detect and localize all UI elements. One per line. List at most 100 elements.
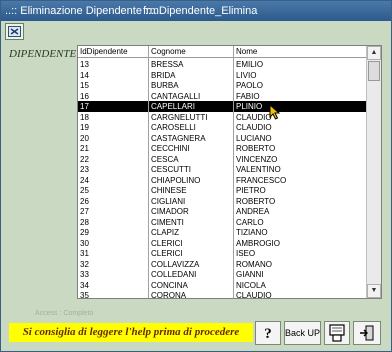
toolbar-refresh-button[interactable]: [5, 23, 24, 40]
cell-nome: PLINIO: [236, 102, 263, 111]
delete-record-button[interactable]: [324, 321, 350, 345]
cell-cognome: CIGLIANI: [151, 196, 186, 206]
eliminazione-dipendente-window: ..:: Eliminazione Dipendente ::.. frmDip…: [0, 0, 392, 352]
cell-id: 33: [80, 270, 89, 279]
list-item[interactable]: 16 CANTAGALLI FABIO: [78, 91, 366, 102]
list-item[interactable]: 32 COLLAVIZZA ROMANO: [78, 259, 366, 270]
cell-nome: CLAUDIO: [236, 123, 272, 132]
cell-cognome: BRIDA: [151, 70, 176, 80]
list-item[interactable]: 13 BRESSA EMILIO: [78, 59, 366, 70]
cell-cognome: COLLEDANI: [151, 270, 197, 279]
cell-nome: PAOLO: [236, 81, 263, 90]
form-name: frmDipendente_Elimina: [143, 5, 258, 17]
cell-id: 17: [80, 102, 89, 111]
cell-cognome: BURBA: [151, 81, 179, 90]
cell-cognome: BRESSA: [151, 60, 184, 69]
cell-id: 30: [80, 238, 89, 248]
cell-cognome: CONCINA: [151, 280, 188, 290]
list-item[interactable]: 22 CESCA VINCENZO: [78, 154, 366, 165]
cell-id: 31: [80, 249, 89, 258]
list-item[interactable]: 23 CESCUTTI VALENTINO: [78, 164, 366, 175]
cell-nome: TIZIANO: [236, 228, 268, 237]
help-notice: Si consiglia di leggere l'help prima di …: [9, 323, 253, 342]
cell-nome: VINCENZO: [236, 154, 278, 164]
list-item[interactable]: 33 COLLEDANI GIANNI: [78, 269, 366, 280]
column-divider: [148, 46, 149, 298]
column-header-cognome[interactable]: Cognome: [151, 46, 231, 57]
refresh-icon: [8, 26, 21, 37]
cell-nome: ISEO: [236, 249, 256, 258]
vertical-scrollbar[interactable]: ▲ ▼: [366, 46, 381, 298]
cell-id: 19: [80, 123, 89, 132]
cell-nome: NICOLA: [236, 280, 266, 290]
list-item[interactable]: 35 CORONA CLAUDIO: [78, 290, 366, 299]
list-item[interactable]: 31 CLERICI ISEO: [78, 248, 366, 259]
help-button[interactable]: ?: [255, 321, 281, 345]
cell-nome: CLAUDIO: [236, 291, 272, 299]
cell-id: 27: [80, 207, 89, 216]
list-item[interactable]: 14 BRIDA LIVIO: [78, 70, 366, 81]
list-item[interactable]: 20 CASTAGNERA LUCIANO: [78, 133, 366, 144]
cell-nome: ROBERTO: [236, 144, 276, 153]
cell-id: 22: [80, 154, 89, 164]
cell-id: 35: [80, 291, 89, 299]
cell-nome: EMILIO: [236, 60, 264, 69]
list-item[interactable]: 29 CLAPIZ TIZIANO: [78, 227, 366, 238]
cell-cognome: CLERICI: [151, 238, 183, 248]
cell-id: 16: [80, 91, 89, 101]
list-item[interactable]: 18 CARGNELUTTI CLAUDIO: [78, 112, 366, 123]
list-item[interactable]: 27 CIMADOR ANDREA: [78, 206, 366, 217]
cell-nome: FRANCESCO: [236, 175, 287, 185]
svg-text:?: ?: [264, 326, 272, 341]
cell-nome: GIANNI: [236, 270, 264, 279]
list-item[interactable]: 19 CAROSELLI CLAUDIO: [78, 122, 366, 133]
cell-nome: PIETRO: [236, 186, 266, 195]
cell-cognome: CIMENTI: [151, 217, 184, 227]
window-title: ..:: Eliminazione Dipendente ::..: [5, 5, 158, 17]
exit-door-icon: [360, 325, 374, 341]
cell-id: 29: [80, 228, 89, 237]
cell-id: 23: [80, 165, 89, 174]
cell-nome: CLAUDIO: [236, 112, 272, 122]
list-item[interactable]: 25 CHINESE PIETRO: [78, 185, 366, 196]
column-header-nome[interactable]: Nome: [236, 46, 326, 57]
cell-nome: ROMANO: [236, 259, 272, 269]
scroll-thumb[interactable]: [368, 61, 380, 81]
cell-id: 26: [80, 196, 89, 206]
cell-id: 15: [80, 81, 89, 90]
cell-cognome: CAROSELLI: [151, 123, 196, 132]
list-item[interactable]: 17 CAPELLARI PLINIO: [78, 101, 366, 112]
list-item[interactable]: 24 CHIAPOLINO FRANCESCO: [78, 175, 366, 186]
cell-nome: ANDREA: [236, 207, 270, 216]
scroll-down-arrow-icon[interactable]: ▼: [367, 284, 381, 298]
list-item[interactable]: 34 CONCINA NICOLA: [78, 280, 366, 291]
list-item[interactable]: 15 BURBA PAOLO: [78, 80, 366, 91]
cell-id: 20: [80, 133, 89, 143]
cell-cognome: CARGNELUTTI: [151, 112, 208, 122]
cell-nome: LUCIANO: [236, 133, 272, 143]
cell-cognome: CESCUTTI: [151, 165, 191, 174]
backup-button[interactable]: Back UP: [284, 321, 321, 345]
cell-nome: FABIO: [236, 91, 260, 101]
dipendenti-listbox[interactable]: IdDipendente Cognome Nome 13 BRESSA EMILIO…: [77, 45, 382, 299]
cell-nome: LIVIO: [236, 70, 257, 80]
cell-cognome: CLAPIZ: [151, 228, 180, 237]
cell-cognome: CAPELLARI: [151, 102, 196, 111]
cell-id: 24: [80, 175, 89, 185]
column-header-id[interactable]: IdDipendente: [80, 46, 146, 57]
cell-nome: AMBROGIO: [236, 238, 281, 248]
cell-id: 13: [80, 60, 89, 69]
list-item[interactable]: 26 CIGLIANI ROBERTO: [78, 196, 366, 207]
list-item[interactable]: 21 CECCHINI ROBERTO: [78, 143, 366, 154]
cell-id: 14: [80, 70, 89, 80]
cell-id: 25: [80, 186, 89, 195]
scroll-up-arrow-icon[interactable]: ▲: [367, 46, 381, 60]
backup-button-label: Back UP: [285, 328, 321, 338]
list-item[interactable]: 28 CIMENTI CARLO: [78, 217, 366, 228]
exit-button[interactable]: [353, 321, 381, 345]
cell-cognome: CECCHINI: [151, 144, 190, 153]
column-divider: [233, 46, 234, 298]
cell-cognome: CASTAGNERA: [151, 133, 206, 143]
list-item[interactable]: 30 CLERICI AMBROGIO: [78, 238, 366, 249]
cell-cognome: COLLAVIZZA: [151, 259, 200, 269]
